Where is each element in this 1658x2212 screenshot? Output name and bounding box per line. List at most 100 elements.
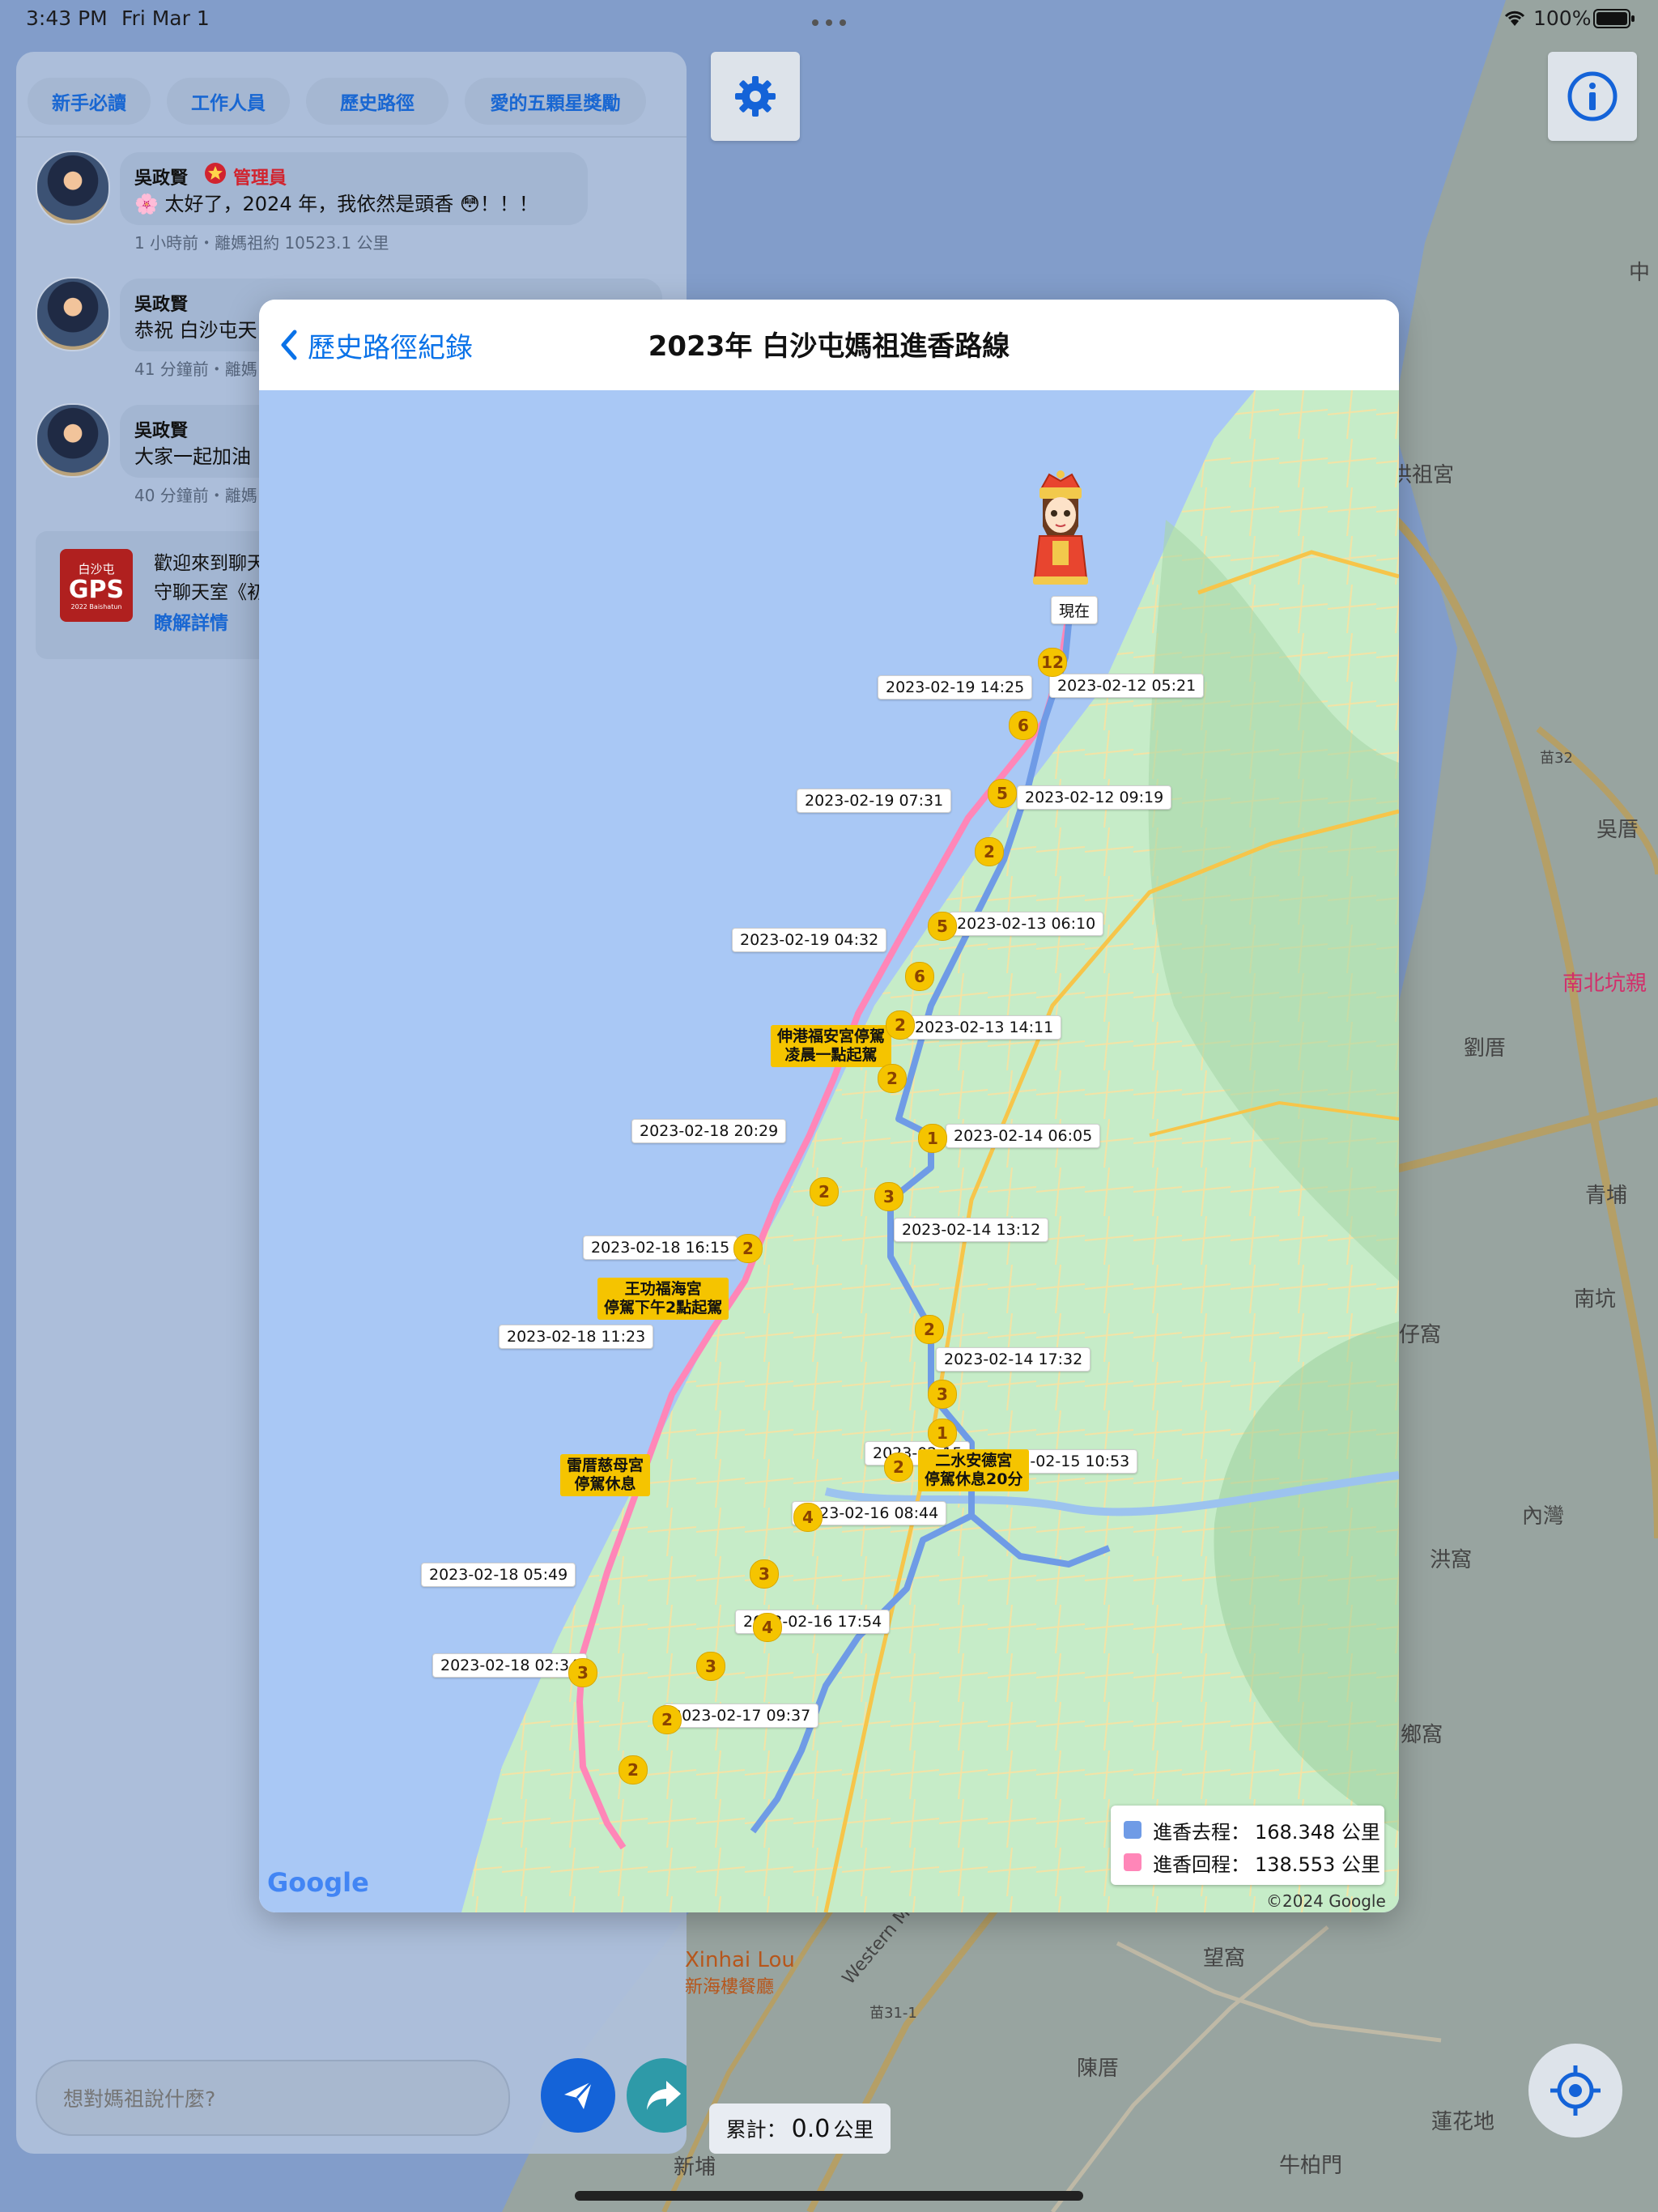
avatar[interactable]	[36, 277, 110, 351]
route-time-label: 2023-02-13 14:11	[907, 1015, 1062, 1040]
welcome-line-2: 守聊天室《初	[154, 582, 266, 603]
map-place-label: 陳厝	[1077, 2057, 1120, 2081]
gear-icon	[735, 76, 776, 117]
route-marker[interactable]: 2	[733, 1234, 763, 1263]
route-marker[interactable]: 1	[918, 1124, 947, 1153]
status-date: Fri Mar 1	[121, 6, 210, 30]
home-indicator[interactable]	[575, 2191, 1083, 2201]
message-text: 恭祝 白沙屯天	[134, 319, 257, 342]
message-text: 🌸 太好了，2024 年，我依然是頭香 😳！！！	[134, 193, 538, 215]
wifi-icon	[1503, 8, 1527, 31]
route-marker[interactable]: 4	[793, 1503, 823, 1532]
info-icon	[1567, 71, 1618, 121]
message-text: 大家一起加油	[134, 445, 251, 468]
legend-value: 168.348 公里	[1255, 1820, 1380, 1844]
map-place-label: 鄉窩	[1401, 1723, 1443, 1747]
route-time-label: 2023-02-18 02:34	[432, 1653, 588, 1678]
learn-more-link[interactable]: 瞭解詳情	[154, 607, 228, 635]
legend-label: 進香去程：	[1153, 1820, 1250, 1844]
stop-label-line: 停駕休息20分	[925, 1470, 1023, 1488]
route-marker[interactable]: 6	[1009, 711, 1038, 740]
legend-swatch-outbound	[1124, 1821, 1141, 1839]
map-place-label: 新埔	[674, 2155, 716, 2180]
stop-label: 王功福海宮 停駕下午2點起駕	[597, 1278, 729, 1320]
route-marker[interactable]: 5	[928, 912, 957, 941]
route-marker[interactable]: 2	[884, 1453, 913, 1482]
gps-logo: 白沙屯 GPS 2022 Baishatun	[60, 549, 133, 622]
route-marker[interactable]: 3	[928, 1380, 957, 1409]
battery-icon	[1593, 8, 1635, 32]
map-place-label: 吳厝	[1596, 818, 1639, 842]
tab-staff[interactable]: 工作人員	[167, 78, 290, 125]
message-author: 吳政賢	[134, 295, 189, 315]
route-marker[interactable]: 3	[750, 1559, 779, 1589]
map-place-label: 苗31-1	[869, 2005, 917, 2022]
battery-percent: 100%	[1533, 6, 1592, 30]
info-button[interactable]	[1548, 52, 1637, 141]
message-author: 吳政賢	[134, 421, 189, 441]
route-time-label: 2023-02-18 16:15	[583, 1236, 738, 1260]
google-logo: Google	[267, 1867, 369, 1898]
map-place-label: 望窩	[1203, 1946, 1246, 1971]
route-marker[interactable]: 2	[810, 1177, 839, 1206]
logo-top-text: 白沙屯	[78, 562, 115, 576]
tab-history-route[interactable]: 歷史路徑	[306, 78, 449, 125]
map-place-label: 南北坑親	[1562, 972, 1647, 996]
tab-five-star-reward[interactable]: 愛的五顆星獎勵	[465, 78, 646, 125]
stop-label-line: 凌晨一點起駕	[784, 1046, 878, 1064]
map-place-label: 中	[1629, 261, 1651, 285]
map-place-label: 蓮花地	[1431, 2110, 1495, 2134]
map-place-label: 內灣	[1522, 1504, 1565, 1529]
map-copyright: ©2024 Google	[1266, 1891, 1386, 1911]
route-time-label: 2023-02-14 17:32	[936, 1347, 1091, 1372]
route-marker[interactable]: 3	[568, 1658, 597, 1687]
route-marker[interactable]: 5	[988, 779, 1017, 808]
share-button[interactable]	[627, 2058, 687, 2133]
route-time-label: 2023-02-18 11:23	[499, 1325, 654, 1349]
route-marker[interactable]: 2	[886, 1010, 915, 1040]
route-time-label: 2023-02-12 09:19	[1017, 785, 1172, 810]
stop-label-line: 雷厝慈母宮	[567, 1457, 644, 1474]
chat-input[interactable]	[62, 2061, 486, 2136]
message-meta: 41 分鐘前・離媽	[134, 359, 257, 379]
route-marker[interactable]: 2	[975, 837, 1004, 866]
route-time-label: 2023-02-19 04:32	[732, 928, 887, 952]
locate-button[interactable]	[1528, 2044, 1622, 2138]
route-time-label: 2023-02-14 06:05	[946, 1124, 1101, 1148]
route-map[interactable]	[259, 390, 1399, 1912]
route-time-label: 2023-02-18 05:49	[421, 1563, 576, 1587]
message-meta: 1 小時前・離媽祖約 10523.1 公里	[134, 233, 389, 253]
status-time: 3:43 PM	[26, 6, 108, 30]
avatar[interactable]	[36, 403, 110, 478]
route-marker[interactable]: 2	[653, 1705, 682, 1734]
route-marker[interactable]: 1	[928, 1419, 957, 1448]
tabs-divider	[16, 136, 687, 138]
chat-input-bar	[36, 2060, 510, 2136]
route-marker[interactable]: 4	[753, 1613, 782, 1642]
route-time-label: 2023-02-19 14:25	[878, 675, 1033, 700]
route-marker[interactable]: 6	[905, 962, 934, 991]
tab-beginner-guide[interactable]: 新手必讀	[28, 78, 151, 125]
mazu-avatar-icon[interactable]	[1028, 470, 1093, 591]
legend-value: 138.553 公里	[1255, 1853, 1380, 1876]
route-marker[interactable]: 2	[878, 1064, 907, 1093]
route-marker[interactable]: 2	[915, 1315, 944, 1344]
share-arrow-icon	[647, 2081, 681, 2110]
send-icon	[564, 2080, 593, 2109]
multitask-dots-icon[interactable]	[811, 15, 847, 26]
now-label: 現在	[1051, 596, 1099, 624]
route-marker[interactable]: 3	[696, 1652, 725, 1681]
legend-outbound: 進香去程： 168.348 公里	[1124, 1815, 1380, 1844]
settings-button[interactable]	[711, 52, 800, 141]
avatar[interactable]	[36, 151, 110, 225]
route-marker[interactable]: 3	[874, 1182, 903, 1211]
route-marker[interactable]: 2	[619, 1755, 648, 1784]
map-place-label: 青埔	[1585, 1184, 1628, 1208]
stop-label-line: 伸港福安宮停駕	[777, 1027, 886, 1045]
message-meta: 40 分鐘前・離媽	[134, 486, 257, 505]
admin-badge: 管理員	[233, 168, 287, 189]
route-marker[interactable]: 12	[1038, 648, 1067, 677]
stop-label-line: 王功福海宮	[624, 1280, 702, 1298]
stop-label: 伸港福安宮停駕 凌晨一點起駕	[771, 1025, 892, 1067]
send-button[interactable]	[541, 2058, 615, 2133]
